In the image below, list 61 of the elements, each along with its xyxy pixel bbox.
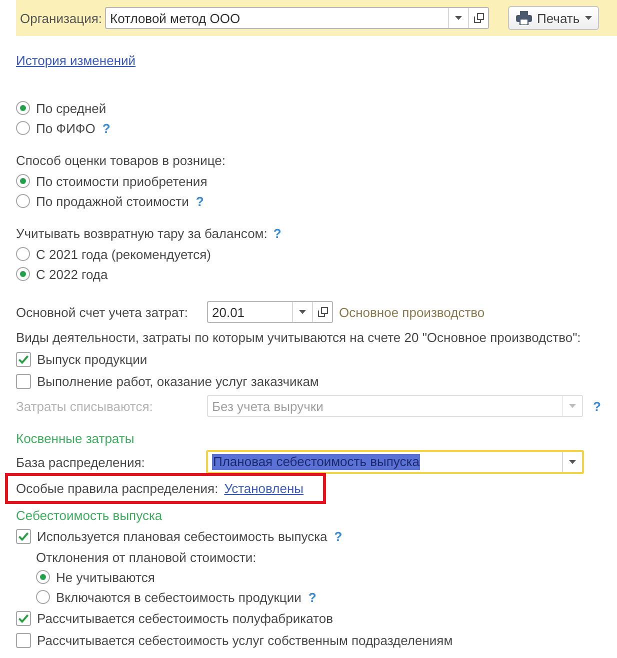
radio-button[interactable] <box>36 570 50 584</box>
overlapping-squares-icon <box>474 13 484 23</box>
combo-box[interactable]: 20.01 <box>207 301 333 323</box>
option-label[interactable]: Используется плановая себестоимость выпуска <box>37 528 328 544</box>
option-label[interactable]: Выпуск продукции <box>37 352 148 366</box>
option-label[interactable]: По продажной стоимости <box>36 194 189 208</box>
help-link[interactable]: ? <box>308 590 316 604</box>
checkmark-icon <box>18 532 29 540</box>
radio-button[interactable] <box>16 194 30 208</box>
caret-icon <box>299 310 306 314</box>
combo-box[interactable]: Котловой метод ООО <box>105 7 490 29</box>
radio-button[interactable] <box>16 174 30 188</box>
overlapping-squares-icon <box>318 307 328 317</box>
option-label[interactable]: Рассчитывается себестоимость услуг собственным подразделениям <box>37 632 453 648</box>
printer-icon <box>516 11 532 25</box>
rules-link[interactable]: Установлены <box>224 481 304 496</box>
group-label: Учитывать возвратную тару за балансом: <box>16 226 268 240</box>
option-label[interactable]: По ФИФО <box>36 120 96 136</box>
field-label: База распределения: <box>16 454 146 470</box>
section-heading: Косвенные затраты <box>16 430 134 446</box>
option-label[interactable]: Не учитываются <box>56 570 155 584</box>
field-label: Затраты списываются: <box>16 398 154 414</box>
help-link[interactable]: ? <box>334 528 342 544</box>
option-label[interactable]: С 2022 года <box>36 266 108 282</box>
option-label[interactable]: С 2021 года (рекомендуется) <box>36 246 211 262</box>
checkmark-icon <box>18 614 29 622</box>
group-label: Способ оценки товаров в рознице: <box>16 152 226 168</box>
option-label[interactable]: Выполнение работ, оказание услуг заказчикам <box>37 374 319 388</box>
checkbox[interactable] <box>16 632 31 648</box>
help-link[interactable]: ? <box>196 194 204 208</box>
group-label: Виды деятельности, затраты по которым учитываются на счете 20 "Основное производство": <box>16 330 581 344</box>
print-button[interactable]: Печать <box>508 6 599 30</box>
caret-icon <box>584 16 592 20</box>
checkbox[interactable] <box>16 374 31 388</box>
section-heading: Себестоимость выпуска <box>16 508 162 522</box>
group-label: Отклонения от плановой стоимости: <box>36 550 256 564</box>
checkbox[interactable] <box>16 528 31 544</box>
option-label[interactable]: По средней <box>36 100 106 116</box>
help-link[interactable]: ? <box>102 120 110 136</box>
option-label[interactable]: По стоимости приобретения <box>36 174 208 188</box>
option-label[interactable]: Включаются в себестоимость продукции <box>56 590 302 604</box>
open-button[interactable] <box>468 8 488 28</box>
radio-button[interactable] <box>36 590 50 604</box>
checkbox[interactable] <box>16 610 31 626</box>
history-link[interactable]: История изменений <box>16 52 136 68</box>
option-label[interactable]: Рассчитывается себестоимость полуфабрикатов <box>37 610 333 626</box>
field-label: Организация: <box>20 10 102 26</box>
checkmark-icon <box>18 354 29 364</box>
field-label: Особые правила распределения: <box>16 481 218 496</box>
caret-icon <box>569 460 576 464</box>
caret-icon <box>455 16 462 20</box>
help-link[interactable]: ? <box>273 226 282 240</box>
field-label: Основной счет учета затрат: <box>16 304 190 320</box>
account-name: Основное производство <box>339 304 485 320</box>
checkbox[interactable] <box>16 352 31 366</box>
caret-icon <box>569 404 576 408</box>
radio-button[interactable] <box>16 101 30 115</box>
radio-button[interactable] <box>16 121 30 135</box>
radio-button[interactable] <box>16 247 30 261</box>
open-button[interactable] <box>312 302 332 322</box>
radio-button[interactable] <box>16 267 30 281</box>
